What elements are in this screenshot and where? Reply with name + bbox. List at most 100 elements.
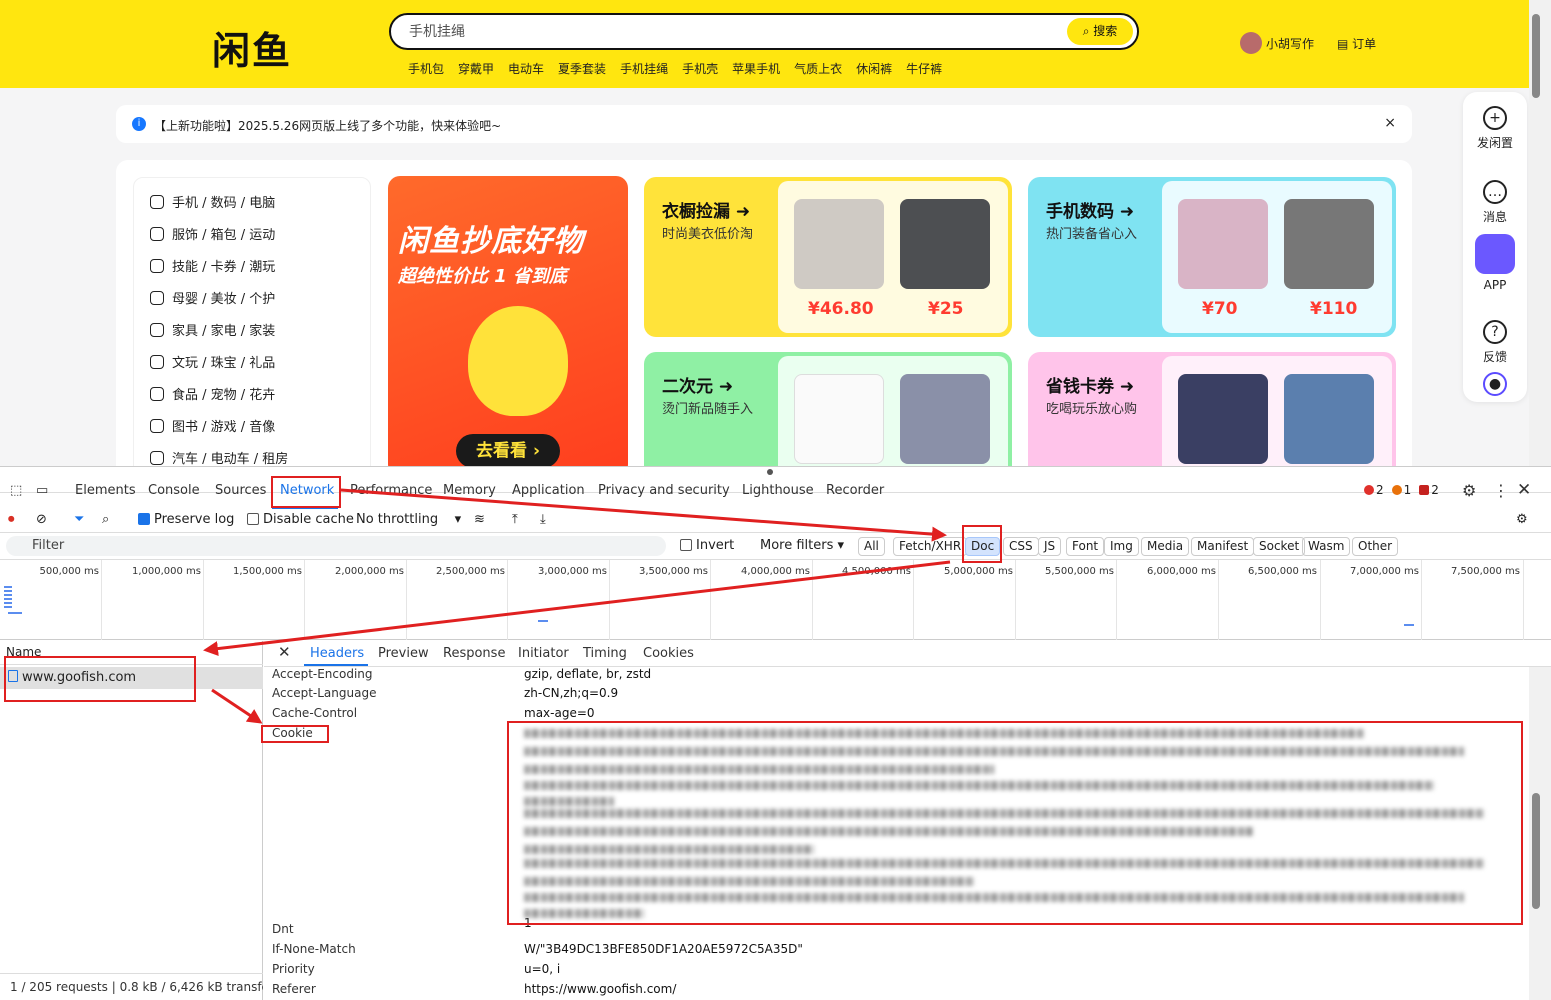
category-item[interactable]: 食品 / 宠物 / 花卉 [150, 384, 275, 403]
tab-preview[interactable]: Preview [378, 646, 429, 661]
category-item[interactable]: 母婴 / 美妆 / 个护 [150, 288, 275, 307]
feedback-button[interactable]: ? 反馈 [1463, 320, 1527, 365]
record-stop-icon[interactable]: ⏺ [8, 512, 15, 527]
product-image[interactable] [1284, 374, 1374, 464]
type-media[interactable]: Media [1141, 537, 1190, 556]
orders-label: 订单 [1352, 37, 1377, 51]
headers-scrollbar[interactable] [1529, 667, 1551, 1000]
card-model[interactable]: 二次元 ➜ 烫门新品随手入 [644, 352, 1012, 466]
tab-application[interactable]: Application [512, 483, 585, 498]
export-har-icon[interactable]: ⤓ [540, 512, 546, 527]
tab-console[interactable]: Console [148, 483, 200, 498]
filter-input[interactable]: Filter [6, 536, 666, 556]
card-digital[interactable]: 手机数码 ➜ 热门装备省心入 ¥70 ¥110 [1028, 177, 1396, 337]
filter-icon[interactable]: ⏷ [74, 512, 84, 527]
hot-word[interactable]: 牛仔裤 [906, 60, 942, 77]
post-item-button[interactable]: + 发闲置 [1463, 106, 1527, 151]
product-image[interactable] [794, 374, 884, 464]
promo-banner[interactable]: 闲鱼抄底好物 超绝性价比 1 省到底 去看看 › [388, 176, 628, 466]
type-other[interactable]: Other [1352, 537, 1399, 556]
type-manifest[interactable]: Manifest [1191, 537, 1255, 556]
app-button[interactable]: APP [1463, 234, 1527, 292]
hot-word[interactable]: 手机挂绳 [620, 60, 668, 77]
network-overview-timeline[interactable]: 500,000 ms 1,000,000 ms 1,500,000 ms 2,0… [0, 560, 1551, 640]
more-menu-icon[interactable]: ⋮ [1493, 481, 1509, 500]
scroll-thumb[interactable] [1532, 14, 1540, 98]
hot-word[interactable]: 手机壳 [682, 60, 718, 77]
inspect-icon[interactable]: ⬚ [10, 483, 22, 498]
tab-headers[interactable]: Headers [310, 646, 364, 661]
hot-word[interactable]: 气质上衣 [794, 60, 842, 77]
tab-timing[interactable]: Timing [583, 646, 627, 661]
product-image[interactable] [900, 199, 990, 289]
product-image[interactable] [1284, 199, 1374, 289]
type-socket[interactable]: Socket [1253, 537, 1306, 556]
close-devtools-icon[interactable]: ✕ [1517, 480, 1531, 500]
category-item[interactable]: 家具 / 家电 / 家装 [150, 320, 275, 339]
category-item[interactable]: 文玩 / 珠宝 / 礼品 [150, 352, 275, 371]
device-toggle-icon[interactable]: ▭ [36, 483, 48, 498]
close-detail-icon[interactable]: ✕ [278, 643, 291, 661]
messages-button[interactable]: … 消息 [1463, 180, 1527, 225]
more-filters-dropdown[interactable]: More filters ▾ [760, 538, 844, 553]
import-har-icon[interactable]: ⤒ [512, 512, 518, 527]
tab-cookies[interactable]: Cookies [643, 646, 694, 661]
search-box[interactable]: ⌕ 搜索 [389, 13, 1139, 50]
hot-word[interactable]: 电动车 [508, 60, 544, 77]
category-item[interactable]: 技能 / 卡券 / 潮玩 [150, 256, 275, 275]
tab-memory[interactable]: Memory [443, 483, 496, 498]
tab-sources[interactable]: Sources [215, 483, 266, 498]
settings-gear-icon[interactable]: ⚙ [1462, 481, 1476, 500]
header-value: https://www.goofish.com/ [524, 982, 677, 996]
scroll-thumb[interactable] [1532, 793, 1540, 909]
card-apparel[interactable]: 衣橱捡漏 ➜ 时尚美衣低价淘 ¥46.80 ¥25 [644, 177, 1012, 337]
site-logo[interactable]: 闲鱼 [212, 20, 292, 75]
category-item[interactable]: 图书 / 游戏 / 音像 [150, 416, 275, 435]
hot-word[interactable]: 夏季套装 [558, 60, 606, 77]
resize-handle[interactable] [767, 469, 773, 475]
product-image[interactable] [1178, 199, 1268, 289]
search-icon[interactable]: ⌕ [102, 512, 109, 527]
tab-response[interactable]: Response [443, 646, 505, 661]
type-wasm[interactable]: Wasm [1302, 537, 1351, 556]
close-icon[interactable]: × [1384, 115, 1396, 131]
hot-word[interactable]: 休闲裤 [856, 60, 892, 77]
assistant-button[interactable]: ● [1463, 372, 1527, 400]
product-image[interactable] [1178, 374, 1268, 464]
hot-word[interactable]: 手机包 [408, 60, 444, 77]
clear-icon[interactable]: ⊘ [36, 512, 47, 527]
banner-cta-button[interactable]: 去看看 › [456, 434, 560, 466]
user-menu[interactable]: 小胡写作 [1240, 32, 1314, 54]
disable-cache-checkbox[interactable]: Disable cache [247, 512, 354, 527]
page-scrollbar[interactable] [1529, 0, 1551, 466]
category-item[interactable]: 汽车 / 电动车 / 租房 [150, 448, 288, 466]
throttling-select[interactable]: No throttling ▾ [356, 512, 461, 527]
invert-checkbox[interactable]: Invert [680, 538, 734, 553]
tab-privacy[interactable]: Privacy and security [598, 483, 730, 498]
orders-link[interactable]: ▤ 订单 [1337, 35, 1376, 52]
hot-word[interactable]: 苹果手机 [732, 60, 780, 77]
search-input[interactable] [409, 23, 1049, 39]
preserve-log-checkbox[interactable]: Preserve log [138, 512, 234, 527]
issue-counters[interactable]: 2 1 2 [1364, 483, 1439, 497]
search-button[interactable]: ⌕ 搜索 [1067, 18, 1133, 45]
card-coupons[interactable]: 省钱卡券 ➜ 吃喝玩乐放心购 [1028, 352, 1396, 466]
hot-word[interactable]: 穿戴甲 [458, 60, 494, 77]
type-all[interactable]: All [858, 537, 885, 556]
type-font[interactable]: Font [1066, 537, 1105, 556]
product-image[interactable] [794, 199, 884, 289]
tab-performance[interactable]: Performance [350, 483, 432, 498]
category-item[interactable]: 手机 / 数码 / 电脑 [150, 192, 275, 211]
product-image[interactable] [900, 374, 990, 464]
type-img[interactable]: Img [1104, 537, 1139, 556]
network-settings-icon[interactable]: ⚙ [1516, 512, 1528, 527]
tab-initiator[interactable]: Initiator [518, 646, 569, 661]
tab-recorder[interactable]: Recorder [826, 483, 884, 498]
type-css[interactable]: CSS [1003, 537, 1039, 556]
tab-lighthouse[interactable]: Lighthouse [742, 483, 814, 498]
category-item[interactable]: 服饰 / 箱包 / 运动 [150, 224, 275, 243]
network-conditions-icon[interactable]: ≋ [474, 512, 485, 527]
type-fetch-xhr[interactable]: Fetch/XHR [893, 537, 968, 556]
tab-elements[interactable]: Elements [75, 483, 136, 498]
type-js[interactable]: JS [1038, 537, 1062, 556]
